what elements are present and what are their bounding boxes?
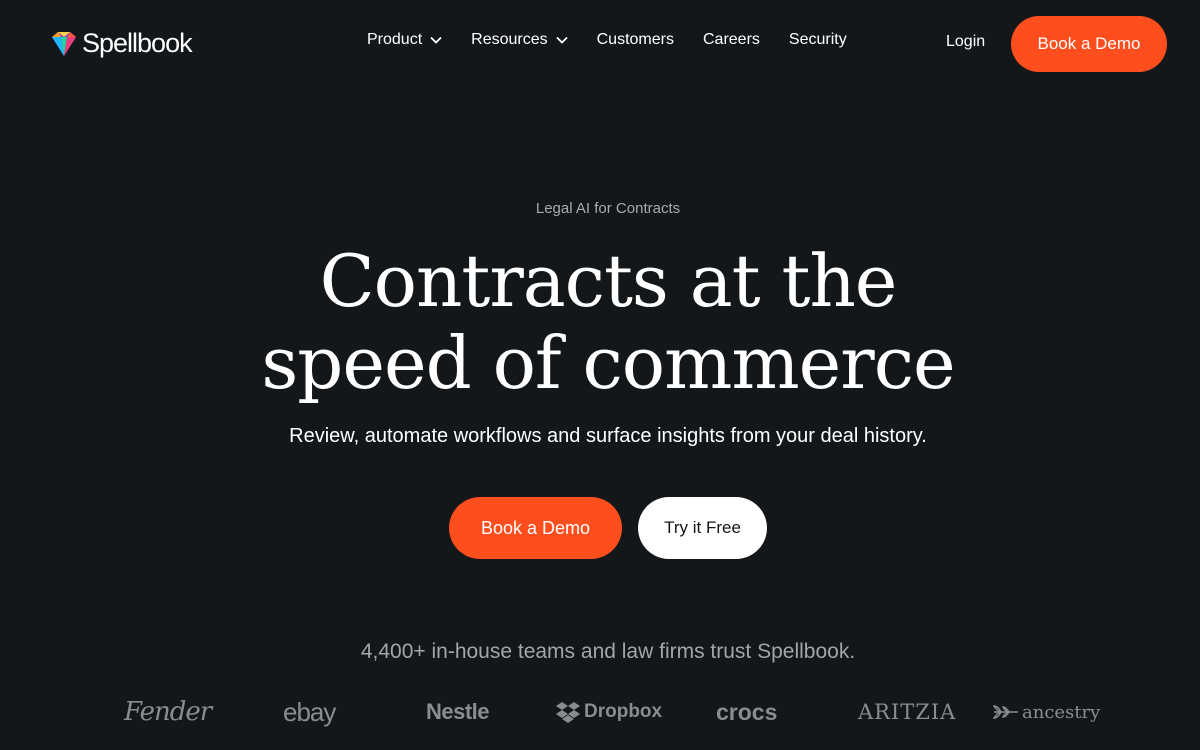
- logo-ebay: ebay: [283, 696, 336, 727]
- hero-cta-group: Book a Demo Try it Free: [449, 497, 767, 559]
- hero-eyebrow: Legal AI for Contracts: [535, 200, 681, 217]
- page: Spellbook Product Resources Customers Ca…: [0, 0, 1200, 750]
- trust-statement: 4,400+ in-house teams and law firms trus…: [360, 640, 856, 663]
- logo-aritzia: ARITZIA: [858, 700, 957, 724]
- logo-dropbox-text: Dropbox: [584, 701, 663, 722]
- hero-subhead: Review, automate workflows and surface i…: [289, 425, 927, 447]
- dropbox-icon: [556, 702, 580, 723]
- chevron-down-icon: [555, 36, 568, 44]
- nav-item-security[interactable]: Security: [789, 31, 847, 49]
- hero-headline: Contracts at the speed of commerce: [0, 240, 1200, 404]
- nav-item-careers[interactable]: Careers: [703, 31, 760, 49]
- site-header: Spellbook Product Resources Customers Ca…: [0, 0, 1200, 88]
- main-nav: Product Resources Customers Careers Secu…: [367, 31, 847, 49]
- logo-ancestry-text: ancestry: [1022, 701, 1101, 723]
- logo-nestle: Nestle: [426, 699, 490, 724]
- nav-item-label: Security: [788, 31, 847, 48]
- nav-item-product[interactable]: Product: [367, 31, 442, 49]
- nav-item-label: Customers: [596, 31, 674, 48]
- gem-icon: [52, 31, 76, 56]
- logo-crocs: crocs: [716, 698, 778, 725]
- logo-dropbox: Dropbox: [556, 690, 662, 734]
- logo-fender: Fender: [124, 697, 212, 727]
- hero-headline-line1: Contracts at the: [319, 239, 898, 323]
- nav-item-label: Resources: [471, 31, 548, 48]
- login-link[interactable]: Login: [946, 33, 985, 51]
- spellbook-logo[interactable]: Spellbook: [50, 28, 193, 59]
- logo-wordmark: Spellbook: [82, 28, 193, 58]
- leaf-icon: [993, 705, 1018, 719]
- try-free-button[interactable]: Try it Free: [638, 497, 767, 559]
- nav-item-customers[interactable]: Customers: [597, 31, 674, 49]
- nav-item-label: Careers: [702, 31, 760, 48]
- chevron-down-icon: [430, 36, 442, 44]
- nav-item-resources[interactable]: Resources: [471, 31, 568, 49]
- nav-item-label: Product: [367, 31, 423, 48]
- header-book-demo-button[interactable]: Book a Demo: [1011, 16, 1167, 72]
- logo-ancestry: ancestry: [993, 690, 1100, 734]
- customer-logos: Fender ebay Nestle Dropbox crocs ARITZIA: [0, 690, 1200, 734]
- hero-headline-line2: speed of commerce: [261, 321, 955, 405]
- hero-book-demo-button[interactable]: Book a Demo: [449, 497, 622, 559]
